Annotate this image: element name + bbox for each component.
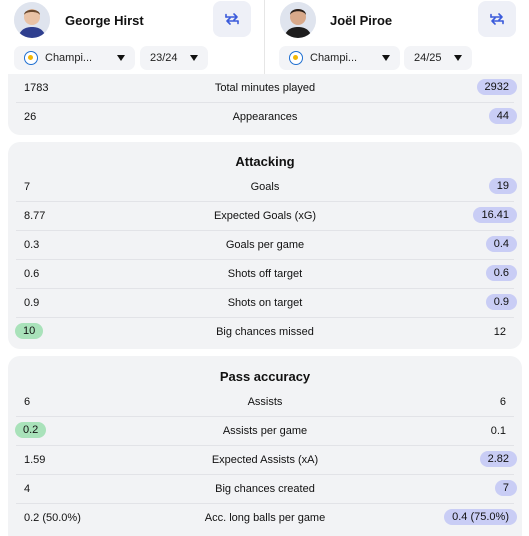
right-value: 16.41 xyxy=(473,207,517,223)
stat-row: 0.3 Goals per game 0.4 xyxy=(8,231,522,260)
avatar xyxy=(14,2,50,38)
season-value: 23/24 xyxy=(150,52,178,64)
stat-label: Total minutes played xyxy=(214,82,316,94)
stat-label: Shots off target xyxy=(227,268,303,280)
stat-row: 1.59 Expected Assists (xA) 2.82 xyxy=(8,446,522,475)
stat-label: Expected Assists (xA) xyxy=(211,454,319,466)
stat-row: 26 Appearances 44 xyxy=(8,103,522,132)
player-name: Joël Piroe xyxy=(330,13,393,28)
chevron-down-icon xyxy=(190,55,198,61)
swap-arrows-icon xyxy=(490,13,504,25)
stat-row: 1783 Total minutes played 2932 xyxy=(8,74,522,103)
avatar xyxy=(280,2,316,38)
competition-select[interactable]: Champi... xyxy=(14,46,135,70)
swap-player-button[interactable] xyxy=(478,1,516,37)
stat-label: Shots on target xyxy=(227,297,303,309)
right-value: 0.4 xyxy=(485,236,517,252)
player-left-panel: George Hirst Champi... 23/24 xyxy=(0,0,264,74)
chevron-down-icon xyxy=(382,55,390,61)
right-value: 6 xyxy=(499,396,506,408)
stat-row: 0.2 (50.0%) Acc. long balls per game 0.4… xyxy=(8,504,522,533)
competition-value: Champi... xyxy=(310,52,358,64)
season-value: 24/25 xyxy=(414,52,442,64)
league-logo-icon xyxy=(24,51,38,65)
stat-row: 0.6 Shots off target 0.6 xyxy=(8,260,522,289)
right-value: 44 xyxy=(488,108,517,124)
stat-row: 7 Goals 19 xyxy=(8,173,522,202)
season-select[interactable]: 23/24 xyxy=(140,46,208,70)
right-value: 0.6 xyxy=(485,265,517,281)
right-value: 0.1 xyxy=(490,425,506,437)
right-value: 0.9 xyxy=(485,294,517,310)
chevron-down-icon xyxy=(117,55,125,61)
chevron-down-icon xyxy=(454,55,462,61)
stat-row: 0.2 Assists per game 0.1 xyxy=(8,417,522,446)
stat-row: 0.9 Shots on target 0.9 xyxy=(8,289,522,318)
right-value: 7 xyxy=(494,480,517,496)
player-photo-icon xyxy=(280,2,316,38)
stat-row: 8.77 Expected Goals (xG) 16.41 xyxy=(8,202,522,231)
pass-accuracy-card: Pass accuracy 6 Assists 6 0.2 Assists pe… xyxy=(8,356,522,536)
player-right-panel: Joël Piroe Champi... 24/25 xyxy=(265,0,529,74)
competition-value: Champi... xyxy=(45,52,93,64)
player-name: George Hirst xyxy=(65,13,144,28)
stat-label: Appearances xyxy=(232,111,298,123)
stat-row: 4 Big chances created 7 xyxy=(8,475,522,504)
stat-row: 6 Assists 6 xyxy=(8,388,522,417)
league-logo-icon xyxy=(289,51,303,65)
player-compare-header: George Hirst Champi... 23/24 Joël Piroe … xyxy=(0,0,529,74)
competition-select[interactable]: Champi... xyxy=(279,46,400,70)
right-value: 0.4 (75.0%) xyxy=(444,509,517,525)
right-value: 12 xyxy=(493,326,506,338)
right-value: 19 xyxy=(488,178,517,194)
swap-arrows-icon xyxy=(225,13,239,25)
swap-player-button[interactable] xyxy=(213,1,251,37)
season-select[interactable]: 24/25 xyxy=(404,46,472,70)
section-title: Pass accuracy xyxy=(219,369,311,384)
stat-label: Big chances created xyxy=(215,483,315,495)
stat-label: Expected Goals (xG) xyxy=(213,210,317,222)
right-value: 2.82 xyxy=(479,451,517,467)
stat-label: Assists per game xyxy=(222,425,308,437)
stat-label: Big chances missed xyxy=(216,326,314,338)
stat-label: Goals xyxy=(250,181,280,193)
stat-row: 10 Big chances missed 12 xyxy=(8,318,522,347)
player-photo-icon xyxy=(14,2,50,38)
right-value: 2932 xyxy=(476,79,517,95)
attacking-card: Attacking 7 Goals 19 8.77 Expected Goals… xyxy=(8,142,522,349)
section-title: Attacking xyxy=(235,154,295,169)
stat-label: Assists xyxy=(247,396,283,408)
stat-label: Goals per game xyxy=(225,239,305,251)
